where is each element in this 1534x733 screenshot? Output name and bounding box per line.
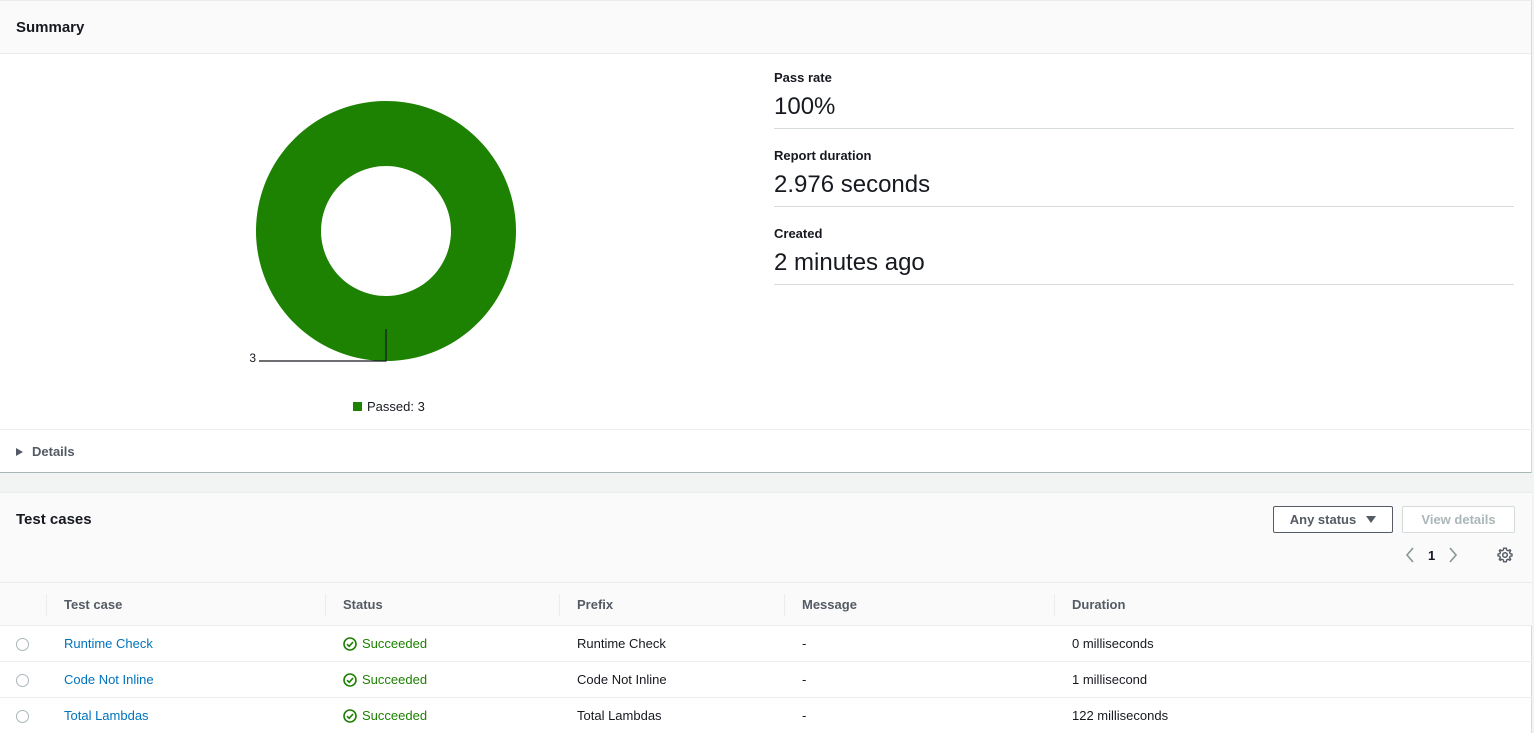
check-circle-icon [343,708,357,723]
row-radio[interactable] [16,638,29,652]
caret-right-icon [16,447,23,456]
test-case-cell: Runtime Check [46,625,325,662]
gear-icon[interactable] [1495,545,1515,565]
chevron-left-icon[interactable] [1400,543,1420,567]
metric-label: Report duration [774,148,872,163]
status-cell: Succeeded [325,661,559,698]
status-cell: Succeeded [325,625,559,662]
test-case-link[interactable]: Runtime Check [64,636,153,651]
chevron-right-icon[interactable] [1443,543,1463,567]
check-circle-icon [343,636,357,651]
table-row[interactable]: Code Not Inline Succeeded Code Not Inlin… [0,661,1532,698]
column-header-label: Prefix [577,596,614,612]
check-circle-icon [343,672,357,687]
prefix-cell: Runtime Check [559,625,784,662]
pass-rate-chart: 3 Passed: 3 [0,55,770,429]
table-row[interactable]: Runtime Check Succeeded Runtime Check - … [0,625,1532,662]
metric-created: Created 2 minutes ago [774,224,1514,285]
test-cases-table: Test case Status Prefix Message Duration… [0,582,1532,733]
column-header-select [0,582,46,626]
summary-title: Summary [16,19,85,36]
table-row[interactable]: Total Lambdas Succeeded Total Lambdas - … [0,697,1532,733]
view-details-button[interactable]: View details [1402,506,1515,533]
page-number[interactable]: 1 [1428,548,1435,563]
caret-down-icon [1366,516,1377,523]
status-filter-dropdown[interactable]: Any status [1273,506,1393,533]
column-header-status[interactable]: Status [325,582,559,626]
details-label: Details [32,444,75,459]
summary-panel: Summary 3 Passed: 3 Pass rate 100% Repor… [0,0,1532,473]
duration-cell: 0 milliseconds [1054,625,1532,662]
pagination: 1 [1400,543,1463,567]
duration-cell: 1 millisecond [1054,661,1532,698]
test-case-link[interactable]: Total Lambdas [64,708,149,723]
status-label: Succeeded [362,708,428,723]
column-header-label: Test case [64,596,123,612]
chart-legend[interactable]: Passed: 3 [353,399,425,414]
summary-metrics: Pass rate 100% Report duration 2.976 sec… [774,68,1514,302]
test-case-cell: Total Lambdas [46,697,325,733]
column-header-label: Duration [1072,596,1126,612]
column-header-label: Status [343,596,383,612]
donut-slice-passed[interactable] [255,101,516,362]
metric-label: Pass rate [774,70,832,85]
test-cases-body: Runtime Check Succeeded Runtime Check - … [0,625,1532,733]
metric-pass-rate: Pass rate 100% [774,68,1514,129]
message-cell: - [784,625,1054,662]
column-header-duration[interactable]: Duration [1054,582,1532,626]
test-cases-panel: Test cases Any status View details 1 Tes… [0,492,1532,733]
column-header-message[interactable]: Message [784,582,1054,626]
metric-value: 100% [774,93,836,120]
test-case-cell: Code Not Inline [46,661,325,698]
message-cell: - [784,661,1054,698]
test-case-link[interactable]: Code Not Inline [64,672,154,687]
summary-header: Summary [0,1,1531,54]
legend-label-passed: Passed: 3 [367,399,425,414]
legend-swatch-passed [353,402,362,411]
status-filter-label: Any status [1289,512,1357,527]
message-cell: - [784,697,1054,733]
metric-report-duration: Report duration 2.976 seconds [774,146,1514,207]
table-header-row: Test case Status Prefix Message Duration [0,582,1532,626]
status-cell: Succeeded [325,697,559,733]
metric-value: 2.976 seconds [774,171,931,198]
column-header-prefix[interactable]: Prefix [559,582,784,626]
test-cases-title: Test cases [16,511,92,528]
row-radio[interactable] [16,674,29,688]
test-cases-header: Test cases Any status View details 1 [0,493,1532,582]
column-header-test-case[interactable]: Test case [46,582,325,626]
row-select-cell[interactable] [0,697,46,733]
status-label: Succeeded [362,672,428,687]
column-header-label: Message [802,596,857,612]
metric-label: Created [774,226,823,241]
slice-data-label: 3 [249,351,256,365]
details-expander[interactable]: Details [0,429,1532,473]
status-label: Succeeded [362,636,428,651]
donut-chart-svg: 3 [249,101,516,365]
row-radio[interactable] [16,710,29,724]
row-select-cell[interactable] [0,625,46,662]
prefix-cell: Total Lambdas [559,697,784,733]
duration-cell: 122 milliseconds [1054,697,1532,733]
row-select-cell[interactable] [0,661,46,698]
prefix-cell: Code Not Inline [559,661,784,698]
metric-value: 2 minutes ago [774,249,925,276]
